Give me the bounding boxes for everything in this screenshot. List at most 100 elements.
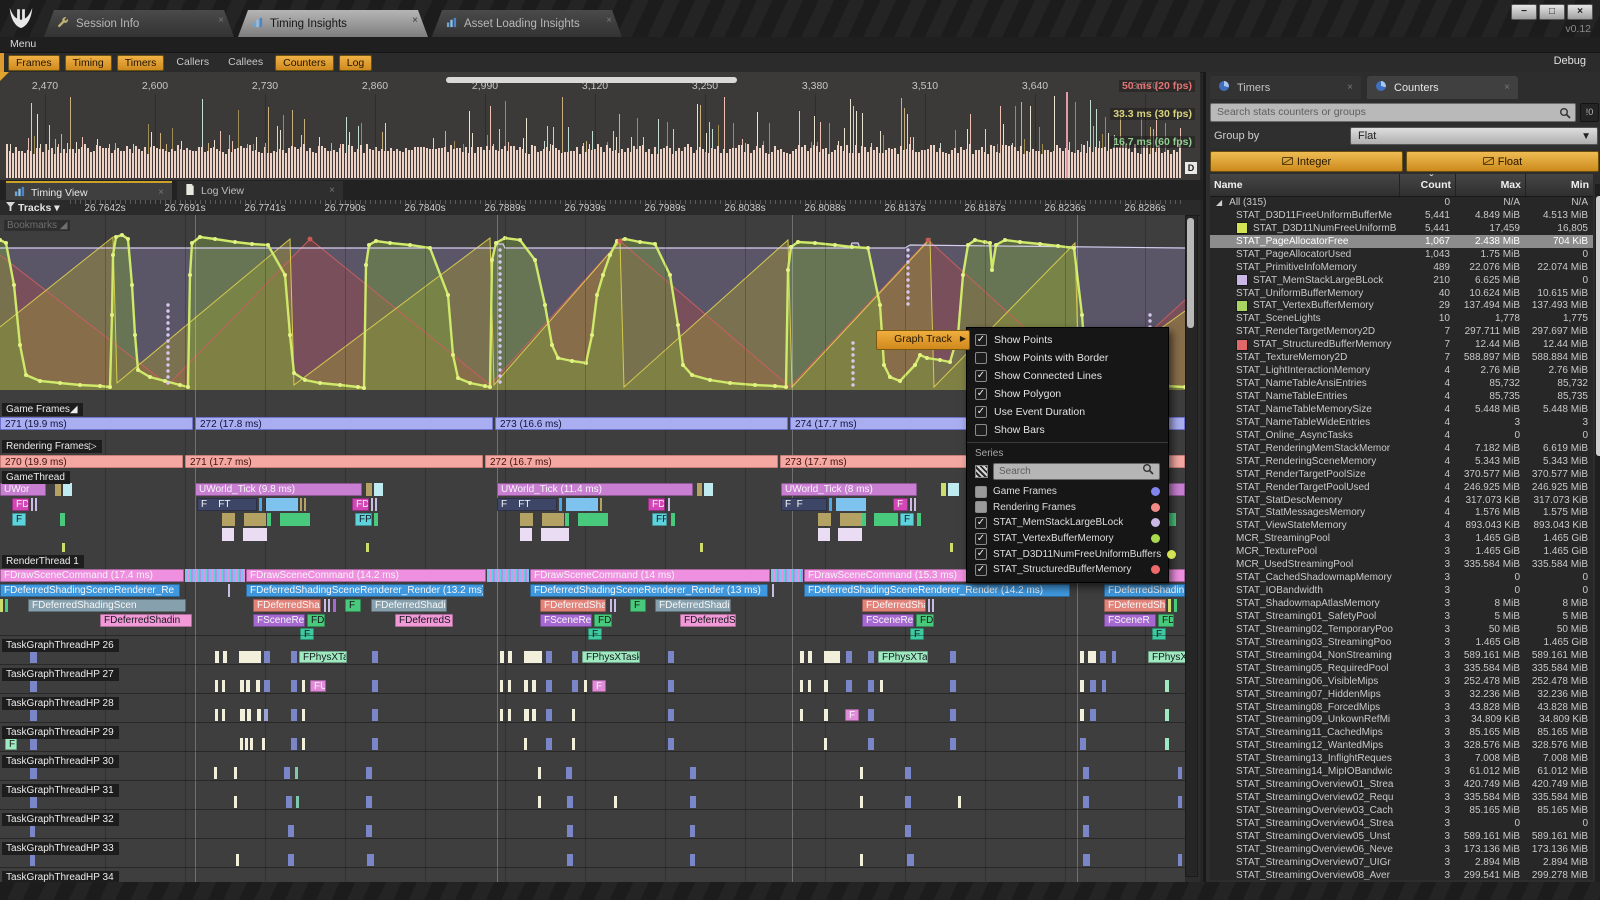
- event-bar[interactable]: FDeferredShadingSceneRenderer_Render (13…: [530, 584, 768, 597]
- track-label-taskgraphthreadhp-28[interactable]: TaskGraphThreadHP 28: [2, 697, 119, 710]
- event-bar[interactable]: FD: [307, 614, 325, 627]
- menu-item-show-bars[interactable]: Show Bars: [967, 421, 1168, 439]
- counter-row-stat-streaming14-mipiobandwic[interactable]: STAT_Streaming14_MipIOBandwic 3 61.012 MiB…: [1210, 765, 1593, 778]
- counter-row-stat-streaming09-unkownrefmi[interactable]: STAT_Streaming09_UnkownRefMi 3 34.809 KiB 3…: [1210, 714, 1593, 727]
- tab-log-view[interactable]: Log View ×: [177, 181, 343, 200]
- event-bar[interactable]: F: [5, 738, 17, 750]
- toolbar-button-callees[interactable]: Callees: [221, 55, 270, 69]
- counter-row-stat-streamingoverview04-strea[interactable]: STAT_StreamingOverview04_Strea 3 0 0: [1210, 817, 1593, 830]
- close-tab-icon[interactable]: ×: [158, 187, 164, 198]
- event-bar[interactable]: UWorld_Tick (8 ms): [781, 483, 917, 496]
- counter-row-stat-streamingoverview06-neve[interactable]: STAT_StreamingOverview06_Neve 3 173.136 Mi…: [1210, 843, 1593, 856]
- counter-row-stat-d3d11numfreeuniformb[interactable]: STAT_D3D11NumFreeUniformB 5,441 17,459 16,8…: [1210, 222, 1593, 235]
- time-ruler[interactable]: 26.7642s 26.7691s 26.7741s 26.7790s 26.7840s…: [70, 200, 1185, 215]
- event-bar[interactable]: FSceneR: [1104, 614, 1156, 627]
- counter-row-stat-streaming06-visiblemips[interactable]: STAT_Streaming06_VisibleMips 3 252.478 MiB…: [1210, 675, 1593, 688]
- checkbox[interactable]: [975, 485, 987, 498]
- event-bar[interactable]: FSceneRe: [862, 614, 914, 627]
- close-tab-icon[interactable]: ×: [412, 15, 418, 26]
- event-bar[interactable]: FD: [916, 614, 934, 627]
- counter-row-mcr-texturepool[interactable]: MCR_TexturePool 3 1.465 GiB 1.465 GiB: [1210, 545, 1593, 558]
- event-bar[interactable]: FDeferredS: [395, 614, 453, 627]
- event-bar[interactable]: F: [12, 513, 26, 526]
- event-bar[interactable]: F: [900, 513, 914, 526]
- event-bar[interactable]: F: [592, 680, 606, 692]
- event-bar[interactable]: FDeferredShadi: [253, 599, 321, 612]
- counter-row-stat-nametablememorysize[interactable]: STAT_NameTableMemorySize 4 5.448 MiB 5.448 …: [1210, 403, 1593, 416]
- tab-timers[interactable]: Timers ×: [1210, 76, 1361, 99]
- event-bar[interactable]: FDeferredShadingSceneRenderer_Render (13…: [246, 584, 484, 597]
- counter-row-stat-shadowmapatlasmemory[interactable]: STAT_ShadowmapAtlasMemory 3 8 MiB 8 MiB: [1210, 597, 1593, 610]
- counter-row-stat-texturememory2d[interactable]: STAT_TextureMemory2D 7 588.897 MiB 588.884 …: [1210, 351, 1593, 364]
- counter-row-stat-lightinteractionmemory[interactable]: STAT_LightInteractionMemory 4 2.76 MiB 2.76…: [1210, 364, 1593, 377]
- event-bar[interactable]: FD: [1158, 614, 1174, 627]
- event-bar[interactable]: FDeferredShadingScen: [28, 599, 186, 612]
- checkbox-checked[interactable]: ✓: [975, 388, 987, 400]
- frame-segment[interactable]: 272 (16.7 ms): [485, 455, 778, 468]
- toolbar-button-callers[interactable]: Callers: [169, 55, 216, 69]
- close-tab-icon[interactable]: ×: [1347, 82, 1353, 93]
- counter-row-stat-streaming08-forcedmips[interactable]: STAT_Streaming08_ForcedMips 3 43.828 MiB 43…: [1210, 701, 1593, 714]
- counter-row-stat-rendertargetpoolused[interactable]: STAT_RenderTargetPoolUsed 4 246.925 MiB 246…: [1210, 481, 1593, 494]
- counter-row-stat-d3d11freeuniformbufferme[interactable]: STAT_D3D11FreeUniformBufferMe 5,441 4.849 …: [1210, 209, 1593, 222]
- event-bar[interactable]: F: [1152, 628, 1166, 640]
- event-bar[interactable]: F: [910, 628, 924, 640]
- counter-row-stat-streamingoverview01-strea[interactable]: STAT_StreamingOverview01_Strea 3 420.749 M…: [1210, 778, 1593, 791]
- counter-row-stat-streaming07-hiddenmips[interactable]: STAT_Streaming07_HiddenMips 3 32.236 MiB 32…: [1210, 688, 1593, 701]
- event-bar[interactable]: FDeferredShad: [1104, 599, 1166, 612]
- event-bar[interactable]: FPhysXTa: [299, 651, 347, 663]
- counter-row-stat-renderingscenememory[interactable]: STAT_RenderingSceneMemory 4 5.343 MiB 5.343…: [1210, 455, 1593, 468]
- doc-tab-asset-loading-insights[interactable]: Asset Loading Insights ×: [432, 10, 622, 37]
- counter-row-stat-streamingoverview08-aver[interactable]: STAT_StreamingOverview08_Aver 3 299.541 Mi…: [1210, 869, 1593, 880]
- event-bar[interactable]: FD: [12, 498, 29, 511]
- close-tab-icon[interactable]: ×: [329, 185, 335, 196]
- event-bar[interactable]: F: [588, 628, 602, 640]
- counter-row-stat-streaming05-requiredpool[interactable]: STAT_Streaming05_RequiredPool 3 335.584 Mi…: [1210, 662, 1593, 675]
- counter-row-stat-pageallocatorfree[interactable]: STAT_PageAllocatorFree 1,067 2.438 MiB 704 …: [1210, 234, 1593, 248]
- counter-row-stat-pageallocatorused[interactable]: STAT_PageAllocatorUsed 1,043 1.75 MiB 0: [1210, 248, 1593, 261]
- track-label-rendering-frames-[interactable]: Rendering Frames▷: [2, 440, 102, 453]
- scrollbar-thumb[interactable]: [1187, 218, 1194, 328]
- counter-row-stat-streaming04-nonstreaming[interactable]: STAT_Streaming04_NonStreaming 3 589.161 Mi…: [1210, 649, 1593, 662]
- scrollbar-thumb[interactable]: [1596, 196, 1600, 456]
- counter-row-stat-streaming12-wantedmips[interactable]: STAT_Streaming12_WantedMips 3 328.576 MiB 3…: [1210, 739, 1593, 752]
- counter-row-stat-vertexbuffermemory[interactable]: STAT_VertexBufferMemory 29 137.494 MiB 137.…: [1210, 299, 1593, 313]
- event-bar[interactable]: FDrawSceneCommand (14 ms): [530, 569, 770, 582]
- counter-row-stat-rendertargetpoolsize[interactable]: STAT_RenderTargetPoolSize 4 370.577 MiB 370…: [1210, 468, 1593, 481]
- checkbox-checked[interactable]: ✓: [975, 532, 987, 545]
- counter-row-stat-cachedshadowmapmemory[interactable]: STAT_CachedShadowmapMemory 3 0 0: [1210, 571, 1593, 584]
- event-bar[interactable]: FPh: [652, 513, 667, 526]
- series-item-stat-structuredbuffermemory[interactable]: ✓ STAT_StructuredBufferMemory: [967, 562, 1168, 578]
- timing-vertical-scrollbar[interactable]: [1185, 215, 1198, 877]
- menu-item-show-connected-lines[interactable]: ✓ Show Connected Lines: [967, 367, 1168, 385]
- event-bar[interactable]: FDeferredShadingSceneRenderer_Re: [0, 584, 180, 597]
- event-bar[interactable]: FDeferredShadingSceneRenderer_Render (14…: [804, 584, 1070, 597]
- event-bar[interactable]: F FT: [197, 498, 257, 511]
- event-bar[interactable]: F: [630, 599, 646, 612]
- track-label-renderthread-1[interactable]: RenderThread 1: [2, 555, 84, 568]
- column-header-name[interactable]: Name: [1210, 174, 1399, 196]
- checkbox-checked[interactable]: ✓: [975, 406, 987, 418]
- series-item-stat-d3d11numfreeuniformbuffers[interactable]: ✓ STAT_D3D11NumFreeUniformBuffers: [967, 546, 1177, 562]
- close-tab-icon[interactable]: ×: [1504, 82, 1510, 93]
- menu-item-show-polygon[interactable]: ✓ Show Polygon: [967, 385, 1168, 403]
- type-button-float[interactable]: Float: [1406, 151, 1599, 172]
- track-label-taskgraphthreadhp-27[interactable]: TaskGraphThreadHP 27: [2, 668, 119, 681]
- event-bar[interactable]: FSceneRen: [540, 614, 592, 627]
- track-label-game-frames-[interactable]: Game Frames◢: [2, 403, 83, 416]
- event-bar[interactable]: F: [893, 498, 908, 511]
- track-label-taskgraphthreadhp-33[interactable]: TaskGraphThreadHP 33: [2, 842, 119, 855]
- event-bar[interactable]: UWorld_Tick (9.8 ms): [195, 483, 362, 496]
- maximize-button[interactable]: □: [1539, 4, 1565, 20]
- checkbox-checked[interactable]: ✓: [975, 548, 987, 561]
- type-button-integer[interactable]: Integer: [1210, 151, 1403, 172]
- track-label-taskgraphthreadhp-32[interactable]: TaskGraphThreadHP 32: [2, 813, 119, 826]
- event-bar[interactable]: FDeferredSha: [862, 599, 926, 612]
- context-menu-parent-item[interactable]: Graph Track ▶: [876, 330, 970, 350]
- event-bar[interactable]: F: [345, 599, 361, 612]
- event-bar[interactable]: F: [845, 709, 859, 721]
- counter-row-stat-online-asynctasks[interactable]: STAT_Online_AsyncTasks 4 0 0: [1210, 429, 1593, 442]
- frame-segment[interactable]: 272 (17.8 ms): [195, 417, 493, 430]
- stats-search-input[interactable]: [1210, 102, 1576, 122]
- event-bar[interactable]: FDeferredShadin: [371, 599, 447, 612]
